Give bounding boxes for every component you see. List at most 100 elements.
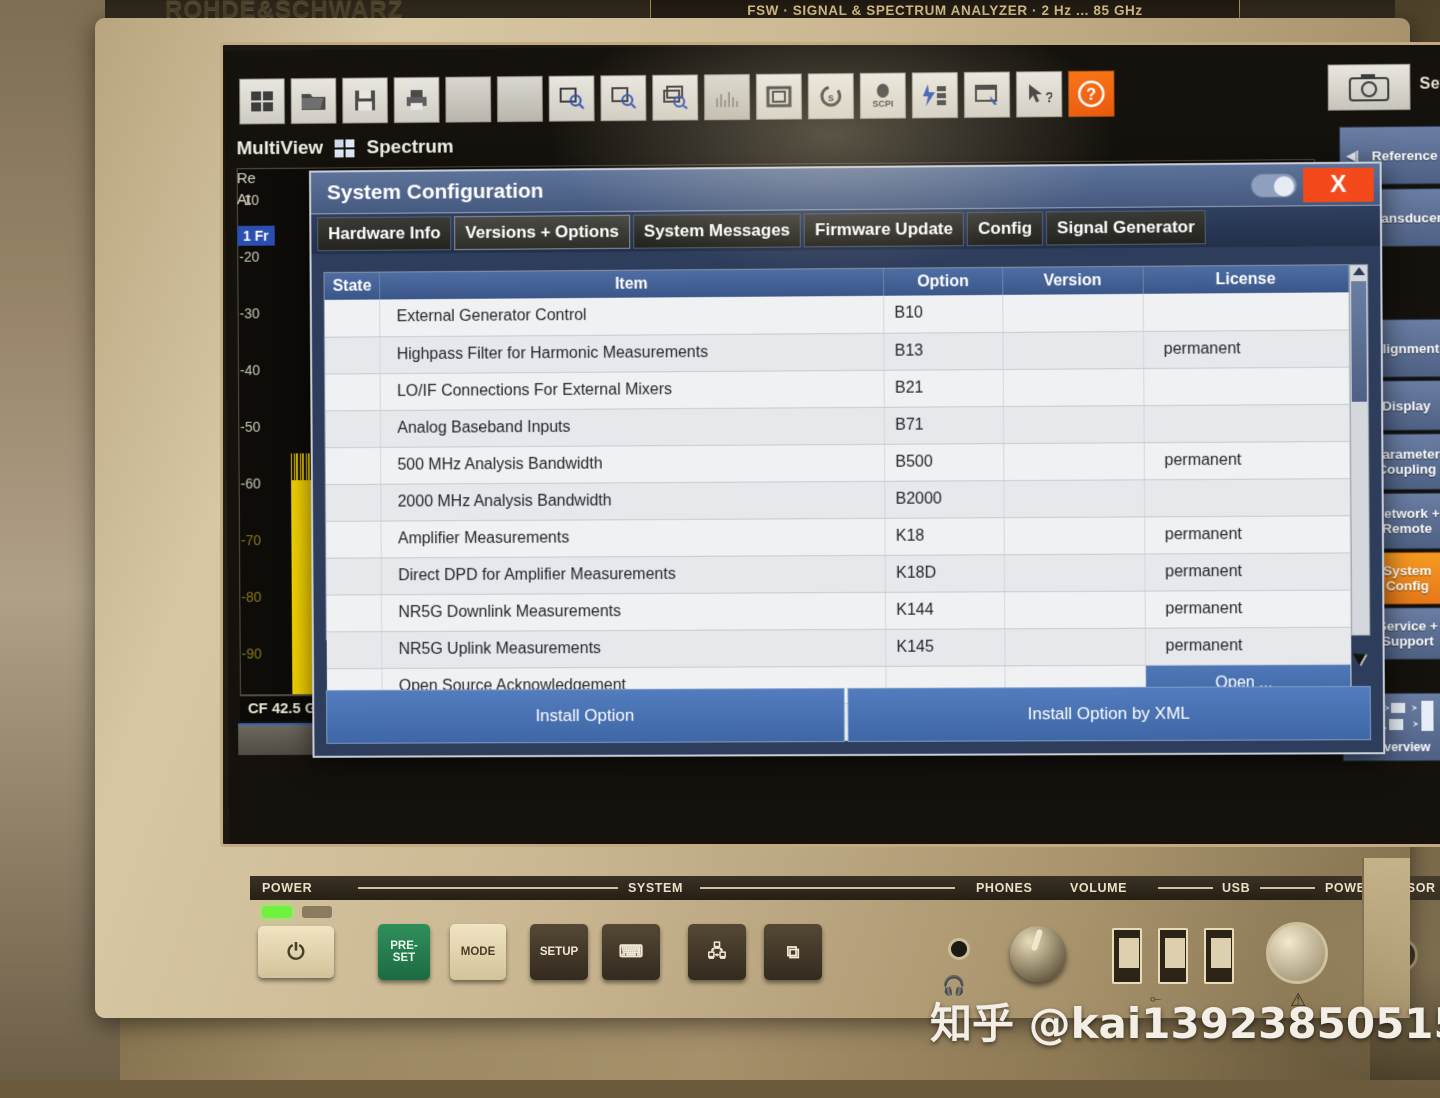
cell-option: B10 — [884, 295, 1003, 333]
table-row[interactable]: NR5G Downlink MeasurementsK144permanent — [326, 590, 1350, 632]
label-power: POWER — [262, 881, 312, 895]
volume-knob[interactable] — [1010, 926, 1066, 982]
mode-button[interactable]: MODE — [450, 924, 506, 980]
screenshot-button[interactable]: ⧉ — [764, 924, 822, 980]
cell-state — [326, 594, 382, 631]
table-row[interactable]: NR5G Uplink MeasurementsK145permanent — [327, 627, 1351, 668]
tab-spectrum[interactable]: Spectrum — [367, 137, 454, 160]
phones-jack[interactable] — [948, 938, 970, 960]
table-row[interactable]: 500 MHz Analysis BandwidthB500permanent — [326, 441, 1350, 484]
tab-system-messages[interactable]: System Messages — [633, 213, 801, 248]
print-icon[interactable] — [394, 77, 440, 123]
table-row[interactable]: Direct DPD for Amplifier MeasurementsK18… — [326, 552, 1350, 594]
print-button[interactable]: 🖧 — [688, 924, 746, 980]
save-floppy-icon[interactable] — [342, 77, 388, 123]
power-led — [262, 906, 292, 918]
windows-icon[interactable] — [239, 78, 285, 124]
preset-button[interactable]: PRE-SET — [378, 924, 430, 980]
options-table-wrapper: StateItemOptionVersionLicense External G… — [323, 264, 1370, 640]
help-pointer-icon[interactable]: ? — [1016, 71, 1062, 117]
close-icon[interactable]: X — [1303, 168, 1374, 203]
cell-state — [326, 447, 382, 484]
tab-config[interactable]: Config — [967, 211, 1043, 246]
front-panel-hardware: POWER SYSTEM PHONES VOLUME USB POWER SEN… — [220, 856, 1440, 1011]
table-row[interactable]: Amplifier MeasurementsK18permanent — [326, 515, 1350, 557]
screen-bezel: s SCPI ? ? — [220, 42, 1440, 847]
cell-version — [1003, 442, 1144, 480]
screenshot-blank-icon[interactable] — [445, 76, 491, 122]
cell-version — [1002, 294, 1143, 332]
cell-option: B71 — [885, 406, 1004, 444]
instrument-screen: s SCPI ? ? — [224, 42, 1440, 846]
softkey-label: Service +Support — [1378, 618, 1438, 648]
dialog-title: System Configuration — [327, 179, 544, 205]
dialog-title-bar: System Configuration X — [311, 164, 1380, 215]
cell-license: permanent — [1144, 441, 1350, 479]
cell-state — [326, 557, 382, 594]
screenshot-blank2-icon[interactable] — [497, 76, 543, 122]
softkey-label: Network +Remote — [1374, 506, 1440, 536]
watermark: 知乎 @kai13923850515 — [930, 990, 1440, 1051]
open-folder-icon[interactable] — [291, 78, 337, 124]
cell-version — [1003, 368, 1144, 406]
dialog-action-buttons: Install OptionInstall Option by XML — [326, 686, 1371, 744]
sequencer-icon[interactable]: s — [808, 73, 854, 119]
tab-signal-generator[interactable]: Signal Generator — [1046, 210, 1206, 245]
label-volume: VOLUME — [1070, 881, 1127, 895]
camera-icon[interactable] — [1328, 64, 1411, 111]
power-sensor-connector[interactable] — [1266, 922, 1328, 984]
scroll-up-icon[interactable] — [1353, 267, 1365, 275]
tab-multiview[interactable]: MultiView — [237, 138, 324, 161]
cell-state — [325, 299, 381, 336]
setup-button[interactable]: SETUP — [530, 924, 588, 980]
marker-search-icon[interactable] — [600, 75, 646, 121]
scrollbar-thumb[interactable] — [1351, 281, 1367, 402]
window-select-icon[interactable] — [964, 72, 1010, 118]
trigger-icon[interactable] — [912, 72, 958, 118]
mouse-cursor-icon — [1353, 648, 1369, 666]
cell-option: B2000 — [885, 480, 1004, 518]
tab-firmware-update[interactable]: Firmware Update — [804, 212, 964, 247]
table-body: External Generator ControlB10Highpass Fi… — [325, 292, 1352, 742]
power-button[interactable]: ⏻ — [258, 926, 334, 978]
scpi-icon[interactable]: SCPI — [860, 72, 906, 118]
keyboard-button[interactable]: ⌨ — [602, 924, 660, 980]
usb-port-2[interactable] — [1158, 928, 1188, 984]
cell-state — [326, 484, 382, 521]
marker-zoom-icon[interactable] — [549, 75, 595, 121]
cell-version — [1004, 554, 1145, 592]
help-icon[interactable]: ? — [1068, 71, 1114, 118]
toolbar: s SCPI ? ? — [239, 63, 1313, 131]
standby-led — [302, 906, 332, 918]
cell-option: B13 — [884, 332, 1003, 370]
tab-versions-options[interactable]: Versions + Options — [454, 215, 630, 250]
fullscreen-icon[interactable] — [756, 73, 802, 119]
table-scrollbar[interactable] — [1349, 265, 1369, 635]
table-header-version: Version — [1002, 267, 1143, 295]
usb-port-3[interactable] — [1204, 928, 1234, 984]
dialog-toggle[interactable] — [1251, 173, 1297, 197]
cell-license: permanent — [1145, 590, 1351, 628]
table-row[interactable]: 2000 MHz Analysis BandwidthB2000 — [326, 478, 1350, 521]
install-option-button[interactable]: Install Option — [326, 688, 845, 744]
usb-port-1[interactable] — [1112, 928, 1142, 984]
cell-item: NR5G Downlink Measurements — [382, 592, 886, 631]
cell-version — [1004, 628, 1145, 666]
label-usb: USB — [1222, 881, 1250, 895]
table-row[interactable]: Analog Baseband InputsB71 — [325, 404, 1349, 447]
install-option-by-xml-button[interactable]: Install Option by XML — [847, 686, 1371, 742]
cell-item: Highpass Filter for Harmonic Measurement… — [380, 333, 884, 373]
cell-version — [1003, 405, 1144, 443]
tab-hardware-info[interactable]: Hardware Info — [317, 216, 451, 251]
svg-text:?: ? — [1045, 89, 1052, 105]
cell-state — [325, 373, 381, 410]
cell-item: External Generator Control — [380, 296, 884, 337]
options-table: StateItemOptionVersionLicense External G… — [324, 265, 1351, 742]
multi-trace-zoom-icon[interactable] — [652, 74, 698, 120]
svg-text:?: ? — [1086, 87, 1096, 104]
spectrogram-icon[interactable] — [704, 74, 750, 120]
cell-state — [325, 336, 381, 373]
cell-version — [1004, 479, 1145, 517]
cell-license — [1144, 478, 1350, 516]
cell-option: B500 — [885, 443, 1004, 481]
